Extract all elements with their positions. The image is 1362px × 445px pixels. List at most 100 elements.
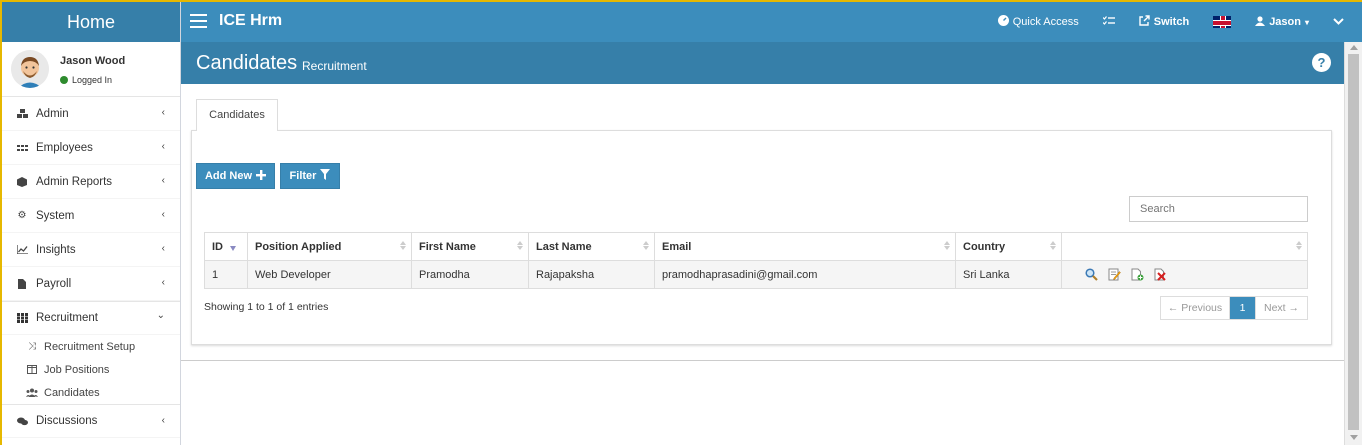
- column-header-label: Country: [963, 240, 1006, 253]
- cell-first-name: Pramodha: [411, 260, 529, 289]
- plus-icon: [256, 169, 267, 183]
- language-selector[interactable]: [1201, 16, 1243, 28]
- scroll-thumb[interactable]: [1348, 54, 1359, 430]
- sidebar-item-admin[interactable]: Admin ‹: [2, 97, 180, 131]
- column-header-label: Last Name: [536, 240, 592, 253]
- page-subtitle: Recruitment: [302, 59, 367, 73]
- sidebar-item-insights[interactable]: Insights ‹: [2, 233, 180, 267]
- sidebar-subitem-label: Recruitment Setup: [44, 340, 136, 353]
- filter-button[interactable]: Filter: [280, 163, 340, 189]
- sidebar-item-label: Employees: [36, 141, 93, 154]
- home-link[interactable]: Home: [2, 2, 180, 42]
- sidebar-item-admin-reports[interactable]: Admin Reports ‹: [2, 165, 180, 199]
- random-icon: ⤨: [28, 341, 36, 352]
- view-icon[interactable]: [1085, 268, 1098, 281]
- table-header-row: ID Position Applied First Name Last Name: [204, 232, 1308, 261]
- user-menu-label: Jason: [1269, 16, 1301, 28]
- cell-country: Sri Lanka: [955, 260, 1062, 289]
- sidebar-item-label: Admin: [36, 107, 69, 120]
- filter-label: Filter: [289, 170, 317, 182]
- navbar-expand-toggle[interactable]: [1321, 16, 1362, 28]
- table-info: Showing 1 to 1 of 1 entries: [204, 301, 329, 313]
- column-header-id[interactable]: ID: [204, 232, 248, 261]
- previous-page-button[interactable]: ← Previous: [1161, 297, 1230, 319]
- next-page-button[interactable]: Next →: [1255, 297, 1307, 319]
- search-input[interactable]: [1129, 196, 1308, 222]
- column-header-last-name[interactable]: Last Name: [528, 232, 655, 261]
- table-row[interactable]: 1 Web Developer Pramodha Rajapaksha pram…: [204, 260, 1308, 289]
- scroll-up-icon[interactable]: [1350, 45, 1358, 50]
- user-avatar: [11, 50, 49, 88]
- chevron-left-icon: ‹: [161, 175, 165, 186]
- column-header-first-name[interactable]: First Name: [411, 232, 529, 261]
- users-icon: [26, 388, 38, 397]
- sidebar-item-label: Recruitment: [36, 312, 98, 324]
- sidebar-item-employees[interactable]: Employees ‹: [2, 131, 180, 165]
- sidebar-item-discussions[interactable]: Discussions ‹: [2, 404, 180, 438]
- quick-access-label: Quick Access: [1012, 16, 1079, 28]
- menu-toggle-icon[interactable]: [190, 14, 207, 28]
- tasks-icon: [1102, 15, 1115, 29]
- scroll-down-icon[interactable]: [1350, 435, 1358, 440]
- candidates-panel: Add New Filter ID Position Applied: [191, 130, 1332, 345]
- cubes-icon: [16, 108, 28, 120]
- cogs-icon: ⚙: [17, 210, 27, 221]
- column-header-email[interactable]: Email: [654, 232, 956, 261]
- tab-candidates[interactable]: Candidates: [196, 99, 278, 131]
- page-1-button[interactable]: 1: [1230, 297, 1255, 319]
- sidebar: Home Jason Wood Logged In Admin ‹ Employ…: [2, 2, 181, 445]
- sidebar-item-system[interactable]: ⚙ System ‹: [2, 199, 180, 233]
- sidebar-subitem-label: Candidates: [44, 386, 100, 399]
- sidebar-item-recruitment[interactable]: Recruitment ⌄: [2, 301, 180, 335]
- column-header-position[interactable]: Position Applied: [247, 232, 412, 261]
- file-icon: [16, 278, 28, 290]
- cell-id: 1: [204, 260, 248, 289]
- tasks-link[interactable]: [1091, 15, 1127, 29]
- content-lower-area: [181, 360, 1344, 445]
- recruitment-submenu: ⤨ Recruitment Setup Job Positions Candid…: [2, 335, 180, 404]
- user-name: Jason Wood: [60, 55, 126, 67]
- page-title: Candidates: [196, 52, 298, 74]
- user-status: Logged In: [60, 75, 112, 85]
- sort-icon: [944, 241, 950, 250]
- cell-position: Web Developer: [247, 260, 412, 289]
- sidebar-item-label: Insights: [36, 243, 76, 256]
- add-new-label: Add New: [204, 170, 253, 182]
- sort-icon: [1050, 241, 1056, 250]
- top-navbar: ICE Hrm Quick Access Switch Jason ▾: [181, 2, 1362, 42]
- sidebar-item-label: Discussions: [36, 415, 98, 427]
- chevron-down-icon: ⌄: [156, 310, 165, 321]
- filter-icon: [320, 169, 331, 183]
- column-header-country[interactable]: Country: [955, 232, 1062, 261]
- main-content: Candidates Add New Filter ID: [181, 84, 1344, 445]
- sidebar-subitem-recruitment-setup[interactable]: ⤨ Recruitment Setup: [2, 335, 180, 358]
- user-icon: [1255, 15, 1266, 29]
- sidebar-subitem-job-positions[interactable]: Job Positions: [2, 358, 180, 381]
- sort-icon: [517, 241, 523, 250]
- edit-icon[interactable]: [1108, 268, 1121, 281]
- delete-icon[interactable]: [1154, 268, 1167, 281]
- page-scrollbar[interactable]: [1344, 42, 1362, 445]
- caret-down-icon: ▾: [1304, 17, 1309, 27]
- cube-icon: [16, 176, 28, 188]
- sidebar-subitem-candidates[interactable]: Candidates: [2, 381, 180, 404]
- chevron-left-icon: ‹: [161, 277, 165, 288]
- chevron-left-icon: ‹: [161, 243, 165, 254]
- column-header-label: First Name: [419, 240, 476, 253]
- comments-icon: [16, 415, 28, 427]
- navbar-right: Quick Access Switch Jason ▾: [986, 2, 1362, 42]
- sidebar-item-payroll[interactable]: Payroll ‹: [2, 267, 180, 301]
- quick-access-link[interactable]: Quick Access: [986, 15, 1091, 29]
- column-header-actions[interactable]: [1061, 232, 1308, 261]
- chevron-left-icon: ‹: [161, 209, 165, 220]
- add-new-button[interactable]: Add New: [196, 163, 275, 189]
- column-header-label: Email: [662, 240, 692, 253]
- columns-icon: [26, 365, 38, 374]
- page-header: Candidates Recruitment ?: [181, 42, 1344, 84]
- sidebar-item-label: System: [36, 209, 75, 222]
- candidates-table: ID Position Applied First Name Last Name: [204, 232, 1308, 289]
- add-document-icon[interactable]: [1131, 268, 1144, 281]
- help-icon[interactable]: ?: [1312, 53, 1331, 72]
- user-menu[interactable]: Jason ▾: [1243, 15, 1321, 29]
- switch-link[interactable]: Switch: [1127, 15, 1201, 29]
